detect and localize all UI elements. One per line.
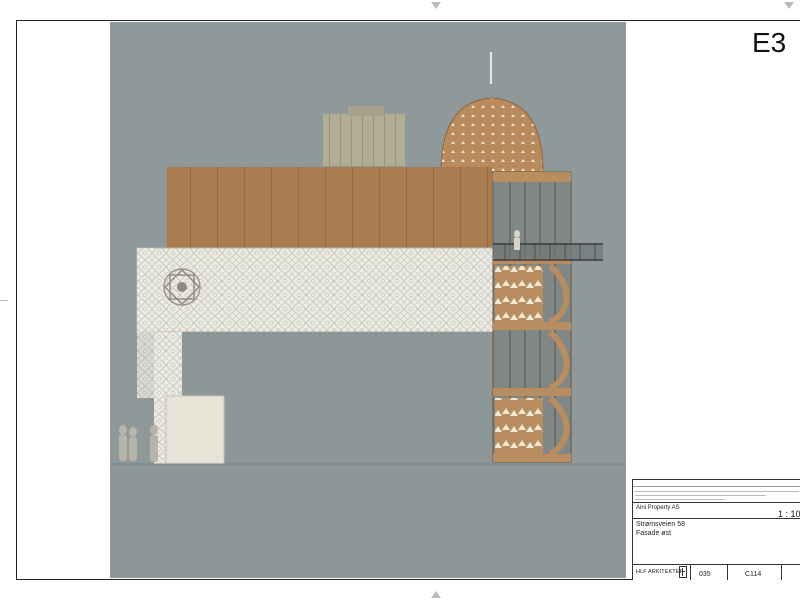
revision-row: · · · · · · [633,481,800,487]
firm-logo-icon [679,566,687,578]
project-number: 035 [699,571,711,578]
client-name: Aini Property AS [636,505,680,511]
registration-mark [0,300,8,301]
registration-mark [431,591,441,598]
view-title: Fasade øst [636,530,672,537]
project-address: Strømsveien 58 [636,521,686,528]
title-block: · · · · · · Aini Property AS 1 : 100 Str… [632,479,800,580]
elevation-drawing [110,22,626,578]
firm-name: HLF ARKITEKTER [636,569,684,575]
drawing-number: C114 [745,571,762,578]
disclaimer-text [635,489,799,501]
registration-mark [431,2,441,9]
registration-mark [784,2,794,9]
sheet-number: E3 [752,27,787,58]
